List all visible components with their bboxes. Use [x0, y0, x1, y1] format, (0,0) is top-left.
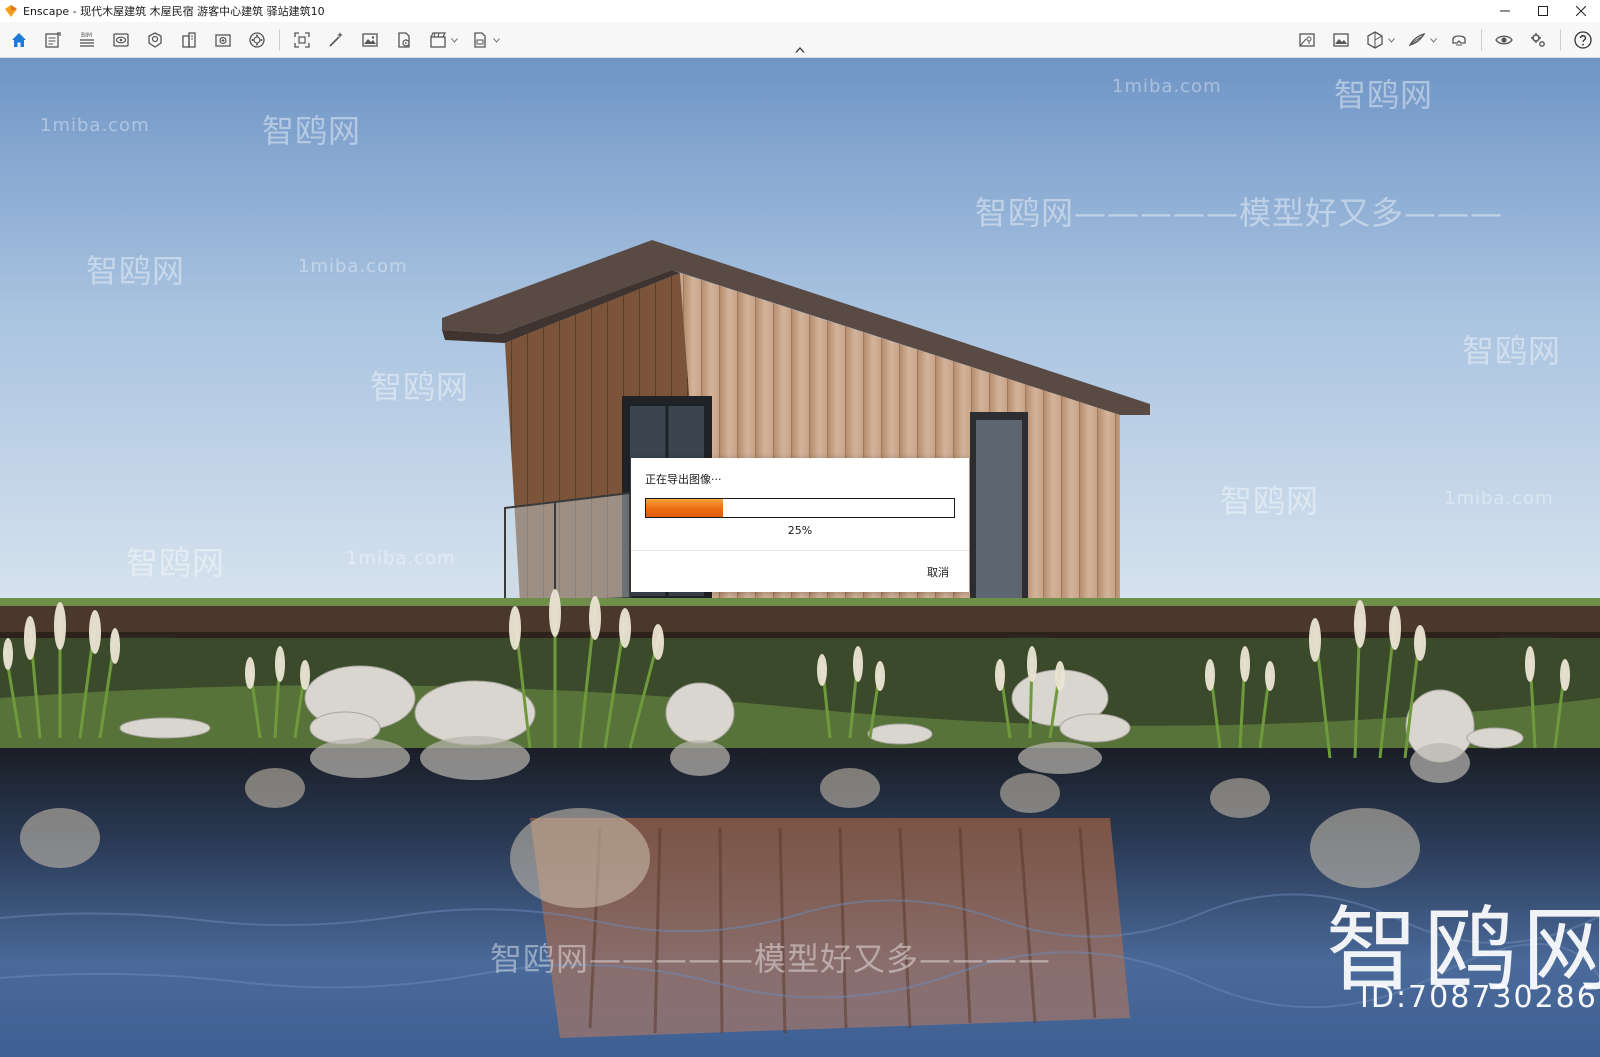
watermark-slogan-text: 智鸥网—————模型好又多———— [490, 940, 1052, 978]
window-title: Enscape - 现代木屋建筑 木屋民宿 游客中心建筑 驿站建筑10 [23, 5, 325, 18]
gallery-icon [1333, 33, 1349, 47]
sketch-button[interactable] [1400, 25, 1434, 55]
visibility-icon [1495, 35, 1513, 45]
view-mode-button[interactable] [104, 25, 138, 55]
materials-icon [249, 32, 265, 48]
help-button[interactable] [1566, 25, 1600, 55]
watermark-brand-text: 智鸥网 [1334, 76, 1434, 114]
sketch-icon [1408, 32, 1426, 47]
panorama-export-icon [474, 32, 486, 48]
watermark-brand-text: 智鸥网 [370, 368, 470, 406]
toolbar-left-group: BIM [2, 22, 505, 58]
panorama-export-button[interactable] [463, 25, 497, 55]
toolbar-separator [1481, 29, 1482, 51]
vr-icon [1452, 35, 1466, 46]
toolbar-separator [1560, 29, 1561, 51]
watermark-site-text: 1miba.com [1112, 76, 1222, 97]
materials-button[interactable] [240, 25, 274, 55]
home-button[interactable] [2, 25, 36, 55]
window-controls [1486, 0, 1600, 22]
view-icon [113, 33, 129, 47]
watermark-brand-text: 智鸥网 [1220, 482, 1320, 520]
atmosphere-button[interactable] [138, 25, 172, 55]
asset-library-icon [215, 34, 231, 47]
magic-wand-icon [329, 32, 343, 47]
visibility-button[interactable] [1487, 25, 1521, 55]
capture-icon [45, 32, 61, 48]
export-progress-bar [645, 498, 955, 518]
chevron-up-icon [795, 47, 805, 53]
fit-view-button[interactable] [285, 25, 319, 55]
screenshot-export-button[interactable] [353, 25, 387, 55]
batch-export-button[interactable] [387, 25, 421, 55]
buildings-icon [182, 32, 196, 48]
maximize-button[interactable] [1524, 0, 1562, 22]
atmosphere-icon [148, 32, 162, 48]
magic-wand-button[interactable] [319, 25, 353, 55]
close-button[interactable] [1562, 0, 1600, 22]
home-icon [12, 33, 26, 47]
enscape-logo-icon [4, 4, 18, 18]
watermark-brand-text: 智鸥网 [86, 252, 186, 290]
watermark-site-text: 1miba.com [40, 115, 150, 136]
bim-button[interactable]: BIM [70, 25, 104, 55]
title-bar: Enscape - 现代木屋建筑 木屋民宿 游客中心建筑 驿站建筑10 [0, 0, 1600, 22]
gallery-button[interactable] [1324, 25, 1358, 55]
settings-icon [1531, 33, 1545, 47]
settings-button[interactable] [1521, 25, 1555, 55]
video-editor-button[interactable] [421, 25, 455, 55]
toolbar-collapse-button[interactable] [792, 44, 808, 56]
cancel-button[interactable]: 取消 [923, 562, 953, 582]
vr-headset-button[interactable] [1442, 25, 1476, 55]
dialog-title: 正在导出图像··· [645, 473, 722, 486]
bim-icon: BIM [80, 32, 94, 47]
minimize-button[interactable] [1486, 0, 1524, 22]
watermark-id-text: ID:708730286 [1360, 980, 1598, 1015]
image-export-icon [362, 33, 378, 47]
buildings-button[interactable] [172, 25, 206, 55]
video-icon [430, 32, 446, 48]
map-button[interactable] [1290, 25, 1324, 55]
watermark-brand-text: 智鸥网 [1462, 332, 1562, 370]
section-button[interactable] [1358, 25, 1392, 55]
watermark-brand-text: 智鸥网 [126, 544, 226, 582]
fit-view-icon [294, 32, 310, 48]
watermark-site-text: 1miba.com [1444, 488, 1554, 509]
export-progress-dialog: 正在导出图像··· 25% 取消 [631, 458, 969, 592]
section-icon [1367, 31, 1383, 49]
watermark-site-text: 1miba.com [346, 548, 456, 569]
capture-button[interactable] [36, 25, 70, 55]
map-icon [1299, 33, 1315, 47]
progress-bar-fill [646, 499, 723, 517]
watermark-brand-text: 智鸥网 [262, 112, 362, 150]
asset-library-button[interactable] [206, 25, 240, 55]
toolbar-right-group [1290, 22, 1600, 58]
toolbar-separator [279, 29, 280, 51]
bim-label: BIM [81, 32, 92, 39]
dialog-divider [631, 550, 969, 551]
watermark-site-text: 1miba.com [298, 256, 408, 277]
progress-percent-label: 25% [787, 524, 813, 537]
help-icon [1574, 31, 1592, 49]
batch-export-icon [398, 32, 410, 48]
watermark-slogan-text: 智鸥网—————模型好又多——— [975, 194, 1504, 232]
